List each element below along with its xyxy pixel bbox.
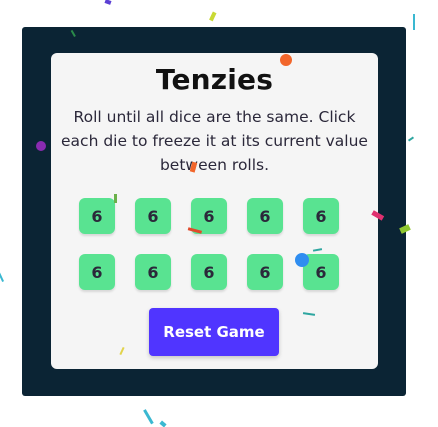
die-9[interactable]: 6 <box>247 254 283 290</box>
die-8[interactable]: 6 <box>191 254 227 290</box>
die-2[interactable]: 6 <box>135 198 171 234</box>
confetti-piece <box>407 136 415 142</box>
game-instructions: Roll until all dice are the same. Click … <box>61 108 368 174</box>
die-10[interactable]: 6 <box>303 254 339 290</box>
die-3[interactable]: 6 <box>191 198 227 234</box>
tenzies-page: Tenzies Roll until all dice are the same… <box>0 0 438 427</box>
die-4[interactable]: 6 <box>247 198 283 234</box>
reset-game-button[interactable]: Reset Game <box>149 308 279 356</box>
confetti-piece <box>143 409 154 425</box>
confetti-piece <box>159 420 167 427</box>
confetti-piece <box>0 272 5 282</box>
die-1[interactable]: 6 <box>79 198 115 234</box>
confetti-piece <box>413 14 415 30</box>
game-title: Tenzies <box>155 63 274 96</box>
die-7[interactable]: 6 <box>135 254 171 290</box>
die-5[interactable]: 6 <box>303 198 339 234</box>
confetti-piece <box>104 0 112 5</box>
die-6[interactable]: 6 <box>79 254 115 290</box>
dice-grid: 6 6 6 6 6 6 6 6 6 6 <box>79 198 343 290</box>
confetti-piece <box>209 11 217 22</box>
game-card: Tenzies Roll until all dice are the same… <box>51 53 378 369</box>
